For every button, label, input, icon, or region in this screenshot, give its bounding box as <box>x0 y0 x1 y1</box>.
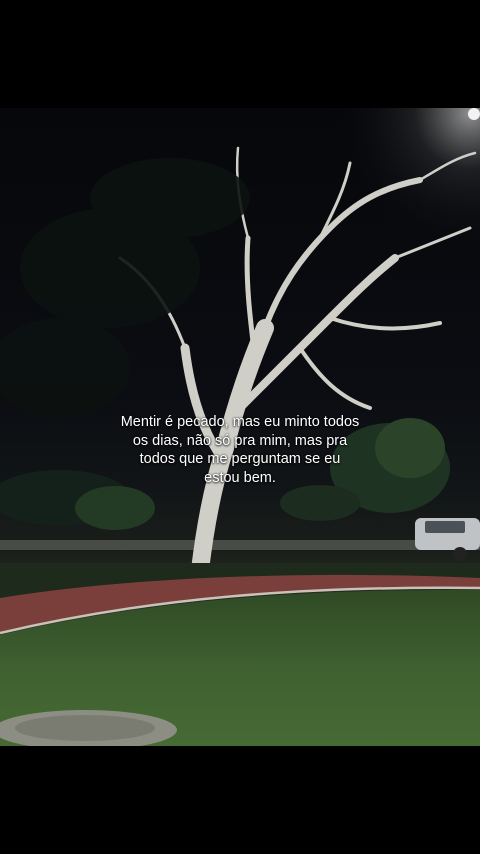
car-window <box>425 521 465 533</box>
night-park-photo: Mentir é pecado, mas eu minto todos os d… <box>0 108 480 746</box>
palm-bush <box>75 486 155 530</box>
background-wall <box>0 540 480 550</box>
manhole-inner <box>15 715 155 741</box>
video-frame[interactable]: Mentir é pecado, mas eu minto todos os d… <box>0 0 480 854</box>
streetlight-icon <box>468 108 480 120</box>
caption-text: Mentir é pecado, mas eu minto todos os d… <box>120 414 360 486</box>
letterbox-bottom <box>0 746 480 854</box>
bush-mid <box>280 485 360 521</box>
letterbox-top <box>0 0 480 108</box>
tree-right-canopy-highlight <box>375 418 445 478</box>
car-wheel <box>453 547 467 561</box>
